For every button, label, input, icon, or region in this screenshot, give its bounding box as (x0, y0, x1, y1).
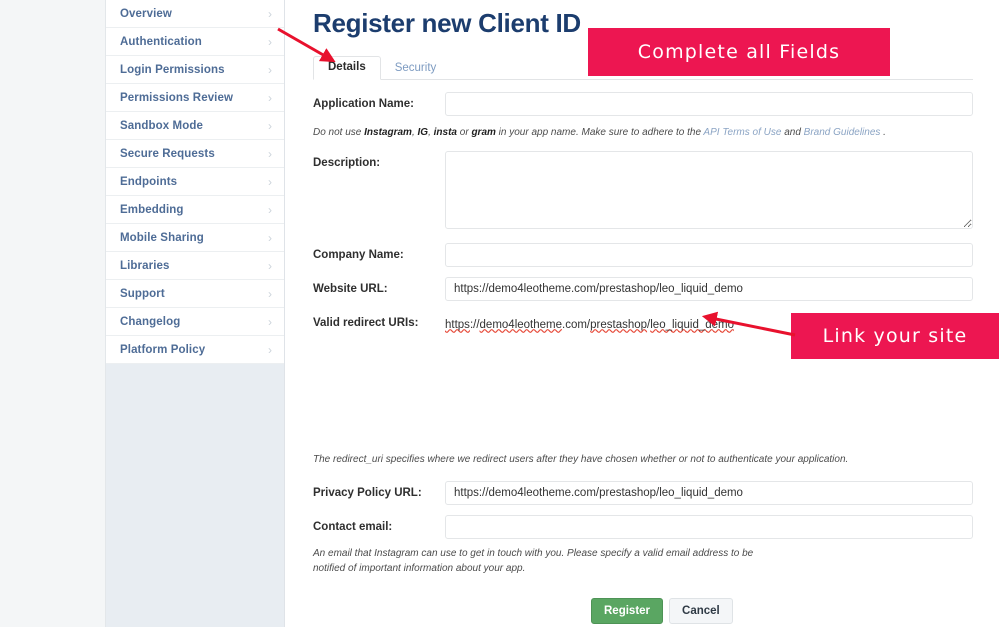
annotation-link-your-site: Link your site (791, 313, 999, 359)
register-button[interactable]: Register (591, 598, 664, 625)
application-name-input[interactable] (445, 92, 973, 116)
chevron-right-icon: › (268, 6, 272, 21)
sidebar-list: Overview › Authentication › Login Permission… (106, 0, 284, 364)
chevron-right-icon: › (268, 314, 272, 329)
sidebar-item-sandbox-mode[interactable]: Sandbox Mode › (106, 112, 284, 140)
uri-segment: :// (469, 318, 480, 331)
chevron-right-icon: › (268, 202, 272, 217)
sidebar-item-label: Changelog (120, 315, 181, 328)
hint-text-1: Do not use (313, 127, 365, 138)
sidebar-item-embedding[interactable]: Embedding › (106, 196, 284, 224)
field-application-name: Application Name: (313, 92, 973, 116)
valid-redirect-uris-textarea[interactable]: https://demo4leotheme.com/prestashop/leo… (445, 311, 773, 447)
company-name-input[interactable] (445, 242, 973, 267)
contact-email-label: Contact email: (313, 521, 393, 533)
chevron-right-icon: › (268, 174, 272, 189)
valid-redirect-uris-label: Valid redirect URIs: (313, 316, 419, 329)
chevron-right-icon: › (268, 286, 272, 301)
sidebar-item-label: Endpoints (120, 175, 178, 188)
sidebar-item-changelog[interactable]: Changelog › (106, 308, 284, 336)
description-label: Description: (313, 156, 381, 169)
sidebar-item-overview[interactable]: Overview › (106, 0, 284, 28)
hint-text-7: . (880, 127, 886, 138)
uri-segment: demo4leotheme (479, 318, 563, 331)
uri-segment: prestashop (590, 318, 648, 331)
form-actions: Register Cancel (591, 598, 733, 625)
left-gutter (0, 0, 105, 627)
sidebar-item-secure-requests[interactable]: Secure Requests › (106, 140, 284, 168)
annotation-complete-all-fields: Complete all Fields (588, 28, 890, 76)
page-title: Register new Client ID (313, 8, 581, 38)
sidebar-item-label: Overview (120, 7, 172, 20)
contact-email-input[interactable] (445, 515, 973, 539)
sidebar-item-label: Support (120, 287, 165, 300)
api-terms-of-use-link[interactable]: API Terms of Use (703, 127, 781, 138)
field-description: Description: (313, 150, 973, 229)
sidebar-item-endpoints[interactable]: Endpoints › (106, 168, 284, 196)
sidebar-item-support[interactable]: Support › (106, 280, 284, 308)
uri-segment: https (445, 318, 470, 331)
chevron-right-icon: › (268, 90, 272, 105)
chevron-right-icon: › (268, 258, 272, 273)
hint-bold-gram: gram (471, 127, 496, 138)
sidebar-item-label: Login Permissions (120, 63, 225, 76)
sidebar-item-mobile-sharing[interactable]: Mobile Sharing › (106, 224, 284, 252)
chevron-right-icon: › (268, 62, 272, 77)
sidebar-item-authentication[interactable]: Authentication › (106, 28, 284, 56)
sidebar-item-label: Authentication (120, 35, 202, 48)
application-name-hint: Do not use Instagram, IG, insta or gram … (313, 126, 973, 141)
privacy-policy-url-input[interactable] (445, 481, 973, 505)
field-website-url: Website URL: (313, 276, 973, 301)
chevron-right-icon: › (268, 146, 272, 161)
hint-text-4: or (456, 127, 472, 138)
privacy-policy-url-label: Privacy Policy URL: (313, 487, 422, 499)
sidebar-item-label: Embedding (120, 203, 184, 216)
uri-segment: .com/ (562, 318, 591, 331)
tab-security[interactable]: Security (381, 58, 451, 81)
chevron-right-icon: › (268, 118, 272, 133)
sidebar-item-label: Mobile Sharing (120, 231, 204, 244)
page-root: Overview › Authentication › Login Permission… (0, 0, 1000, 627)
chevron-right-icon: › (268, 34, 272, 49)
cancel-button[interactable]: Cancel (669, 598, 733, 625)
hint-text-5: in your app name. Make sure to adhere to… (495, 127, 704, 138)
chevron-right-icon: › (268, 230, 272, 245)
hint-bold-instagram: Instagram (364, 127, 412, 138)
field-privacy-policy-url: Privacy Policy URL: (313, 481, 973, 505)
valid-redirect-uris-value: https://demo4leotheme.com/prestashop/leo… (445, 319, 734, 331)
sidebar-item-login-permissions[interactable]: Login Permissions › (106, 56, 284, 84)
website-url-input[interactable] (445, 276, 973, 301)
sidebar-item-label: Secure Requests (120, 147, 215, 160)
uri-segment: leo_liquid_demo (650, 318, 735, 331)
application-name-label: Application Name: (313, 98, 414, 110)
company-name-label: Company Name: (313, 248, 404, 261)
sidebar: Overview › Authentication › Login Permission… (105, 0, 285, 627)
sidebar-item-label: Platform Policy (120, 343, 206, 356)
description-textarea[interactable] (445, 150, 973, 229)
sidebar-item-platform-policy[interactable]: Platform Policy › (106, 336, 284, 364)
hint-bold-insta: insta (433, 127, 457, 138)
field-contact-email: Contact email: (313, 515, 973, 539)
contact-email-hint: An email that Instagram can use to get i… (313, 548, 754, 574)
tab-details[interactable]: Details (313, 55, 381, 80)
sidebar-item-libraries[interactable]: Libraries › (106, 252, 284, 280)
field-company-name: Company Name: (313, 242, 973, 267)
sidebar-item-label: Sandbox Mode (120, 119, 203, 132)
redirect-uri-hint: The redirect_uri specifies where we redi… (313, 453, 849, 465)
hint-bold-ig: IG (417, 127, 429, 138)
brand-guidelines-link[interactable]: Brand Guidelines (804, 127, 881, 138)
chevron-right-icon: › (268, 342, 272, 357)
sidebar-item-label: Libraries (120, 259, 170, 272)
sidebar-item-permissions-review[interactable]: Permissions Review › (106, 84, 284, 112)
website-url-label: Website URL: (313, 282, 388, 295)
sidebar-item-label: Permissions Review (120, 91, 234, 104)
hint-text-6: and (781, 127, 804, 138)
